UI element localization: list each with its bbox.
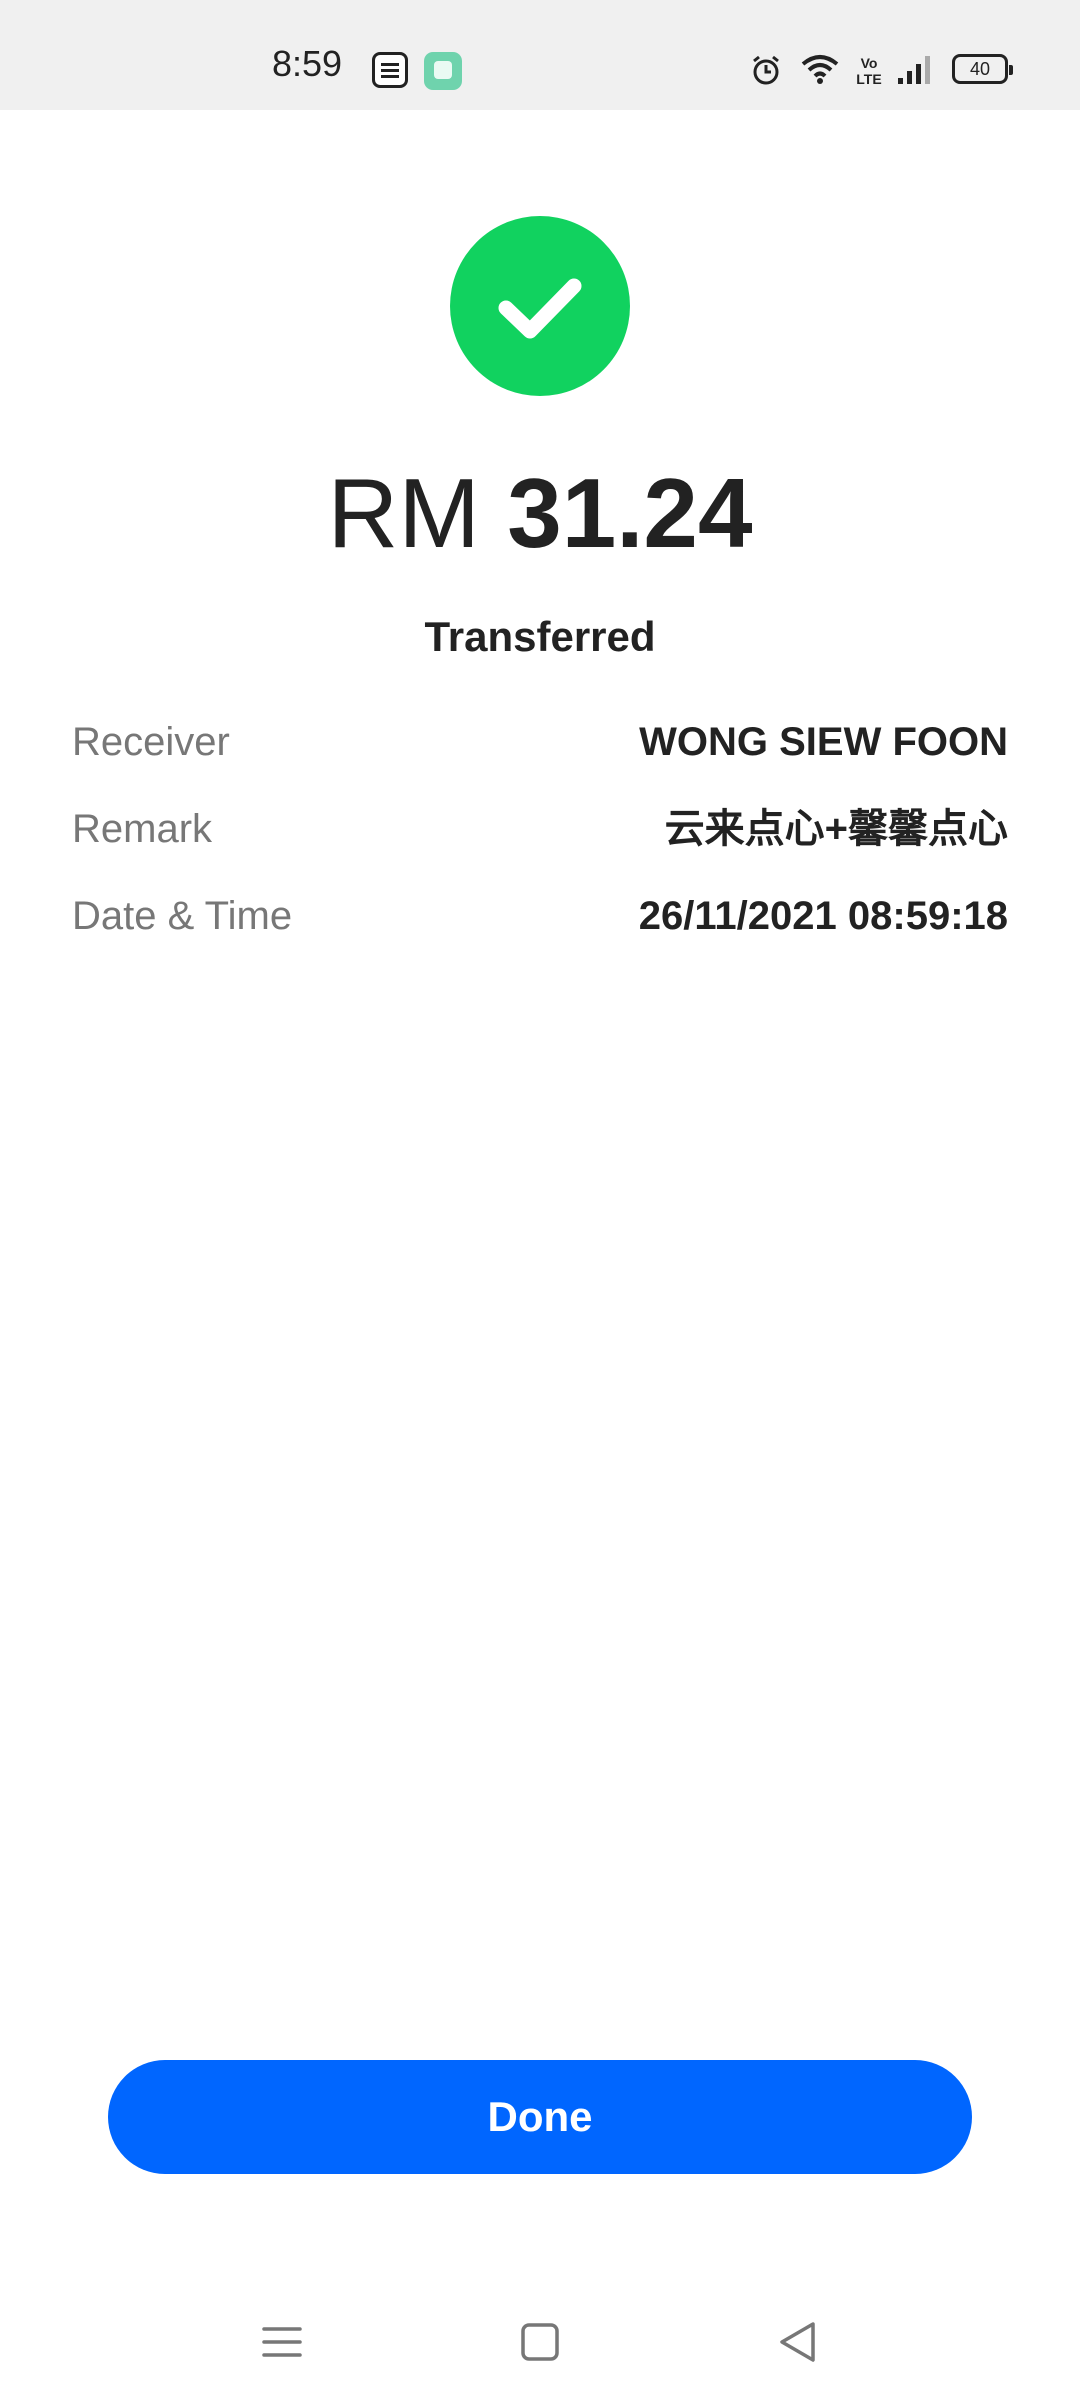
detail-row-remark: Remark 云来点心+馨馨点心 [72,799,1008,859]
transfer-amount: RM 31.24 [0,458,1080,568]
battery-icon: 40 [952,54,1013,84]
status-time: 8:59 [272,43,343,84]
datetime-value: 26/11/2021 08:59:18 [638,894,1008,938]
navigation-bar [0,2270,1080,2400]
menu-icon[interactable] [252,2312,312,2372]
check-icon [498,278,582,339]
detail-row-datetime: Date & Time 26/11/2021 08:59:18 [72,886,1008,946]
alarm-icon [750,54,782,86]
volte-icon: Vo LTE [856,54,882,88]
tng-ewallet-icon [372,52,408,88]
remark-label: Remark [72,807,213,851]
app-icon [424,52,462,90]
svg-text:LTE: LTE [856,71,881,87]
amount-value: 31.24 [507,458,753,568]
back-icon[interactable] [768,2312,828,2372]
detail-row-receiver: Receiver WONG SIEW FOON [72,712,1008,772]
success-icon [450,216,630,396]
svg-text:Vo: Vo [861,55,878,71]
currency-label: RM [327,458,480,568]
remark-value: 云来点心+馨馨点心 [664,807,1008,851]
signal-icon [896,54,934,86]
datetime-label: Date & Time [72,894,293,938]
transfer-status: Transferred [424,613,656,660]
home-icon[interactable] [510,2312,570,2372]
receiver-label: Receiver [72,720,230,764]
done-button[interactable]: Done [108,2060,972,2174]
wifi-icon [800,52,840,86]
status-bar: 8:59 Vo LTE 40 [0,0,1080,110]
receiver-value: WONG SIEW FOON [639,720,1008,764]
